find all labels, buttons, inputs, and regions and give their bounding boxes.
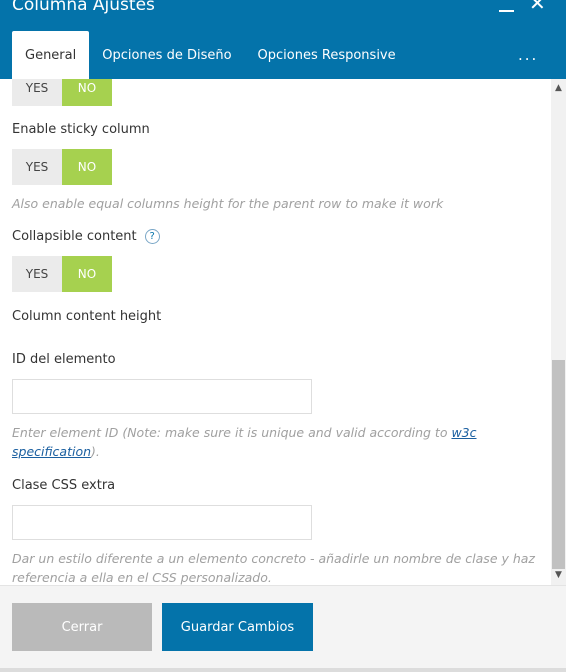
dialog-header: Columna Ajustes ✕ General Opciones de Di… — [0, 0, 566, 79]
collapsible-content-label: Collapsible content? — [12, 229, 160, 244]
scroll-down-icon[interactable]: ▼ — [551, 568, 566, 583]
toggle-no[interactable]: NO — [62, 256, 112, 292]
close-icon[interactable]: ✕ — [529, 0, 546, 13]
content-height-label: Column content height — [12, 309, 162, 324]
element-id-hint: Enter element ID (Note: make sure it is … — [12, 423, 542, 461]
toggle-yes[interactable]: YES — [12, 149, 62, 185]
toggle-no[interactable]: NO — [62, 149, 112, 185]
previous-option-toggle[interactable]: YES NO — [12, 79, 112, 106]
tab-bar: General Opciones de Diseño Opciones Resp… — [12, 31, 409, 79]
close-button[interactable]: Cerrar — [12, 603, 152, 651]
css-class-label: Clase CSS extra — [12, 478, 116, 493]
scrollbar-thumb[interactable] — [552, 360, 565, 569]
element-id-hint-prefix: Enter element ID (Note: make sure it is … — [12, 425, 452, 440]
collapsible-content-toggle[interactable]: YES NO — [12, 256, 112, 292]
tab-design-options[interactable]: Opciones de Diseño — [89, 31, 244, 79]
collapsible-content-label-text: Collapsible content — [12, 229, 137, 244]
dialog-title: Columna Ajustes — [12, 0, 155, 15]
element-id-label: ID del elemento — [12, 352, 116, 367]
sticky-column-label: Enable sticky column — [12, 122, 150, 137]
more-tabs-icon[interactable]: ... — [518, 46, 538, 64]
footer-divider — [0, 668, 566, 672]
scroll-up-icon[interactable]: ▲ — [551, 81, 566, 96]
css-class-hint: Dar un estilo diferente a un elemento co… — [12, 551, 535, 585]
element-id-hint-suffix: ). — [91, 444, 100, 459]
tab-general[interactable]: General — [12, 31, 90, 79]
tab-responsive-options[interactable]: Opciones Responsive — [245, 31, 409, 79]
element-id-input[interactable] — [12, 379, 312, 414]
sticky-column-hint: Also enable equal columns height for the… — [12, 196, 444, 211]
dialog-footer: Cerrar Guardar Cambios — [0, 585, 566, 672]
help-icon[interactable]: ? — [144, 229, 160, 244]
css-class-input[interactable] — [12, 505, 312, 540]
save-changes-button[interactable]: Guardar Cambios — [162, 603, 313, 651]
settings-panel: YES NO Enable sticky column YES NO Also … — [0, 79, 551, 585]
toggle-yes[interactable]: YES — [12, 256, 62, 292]
sticky-column-toggle[interactable]: YES NO — [12, 149, 112, 185]
scrollbar[interactable]: ▲ ▼ — [551, 79, 566, 585]
toggle-no[interactable]: NO — [62, 79, 112, 106]
toggle-yes[interactable]: YES — [12, 79, 62, 106]
